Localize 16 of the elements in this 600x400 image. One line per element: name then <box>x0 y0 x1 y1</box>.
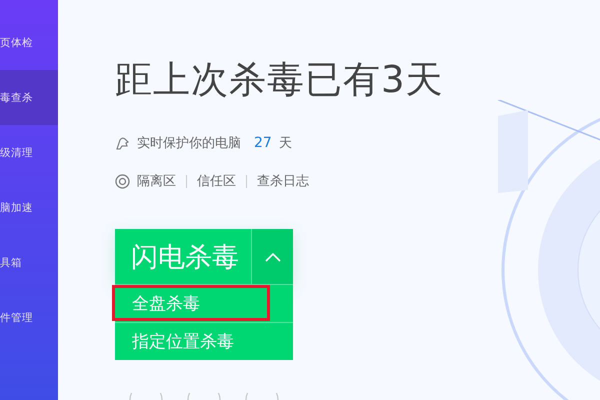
days-unit: 天 <box>278 135 292 152</box>
protection-text: 实时保护你的电脑 <box>137 135 241 152</box>
nav-link[interactable]: 信任区 <box>197 172 236 190</box>
target-icon <box>115 174 130 188</box>
nav-link[interactable]: 查杀日志 <box>257 172 309 190</box>
caret-icon <box>264 252 280 262</box>
sidebar-item[interactable]: 具箱 <box>0 235 58 290</box>
scan-status-title: 距上次杀毒已有3天 <box>115 57 445 103</box>
sidebar-item[interactable]: 脑加速 <box>0 180 58 235</box>
sidebar-item[interactable]: 页体检 <box>0 15 58 70</box>
sidebar-item[interactable]: 件管理 <box>0 290 58 345</box>
nav-link[interactable]: 隔离区 <box>137 172 176 190</box>
sidebar-item[interactable]: 级清理 <box>0 125 58 180</box>
protection-days: 27 <box>254 135 272 151</box>
sidebar-item[interactable]: 毒查杀 <box>0 70 58 125</box>
dropdown-toggle[interactable] <box>252 229 293 284</box>
